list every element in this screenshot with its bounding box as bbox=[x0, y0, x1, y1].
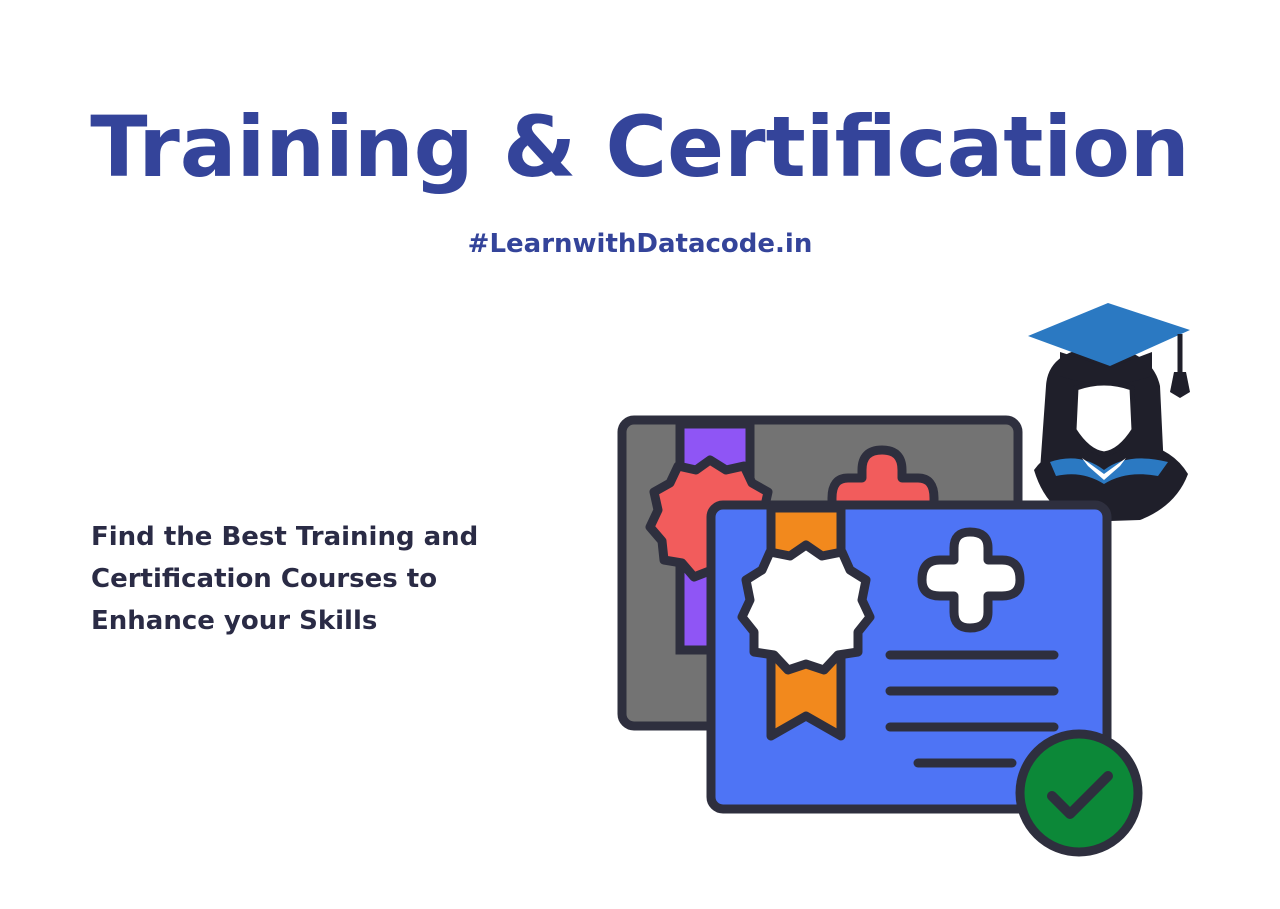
mortarboard bbox=[1028, 303, 1190, 366]
front-seal bbox=[737, 540, 875, 675]
certification-illustration bbox=[617, 303, 1190, 857]
check-badge-icon bbox=[1015, 729, 1143, 857]
graduate-icon bbox=[1028, 303, 1190, 522]
tagline-text: Find the Best Training and Certification… bbox=[91, 522, 479, 636]
page-title: Training & Certification bbox=[90, 98, 1190, 196]
hashtag-text: #LearnwithDatacode.in bbox=[467, 229, 813, 259]
page: Training & Certification #LearnwithDatac… bbox=[0, 0, 1280, 909]
